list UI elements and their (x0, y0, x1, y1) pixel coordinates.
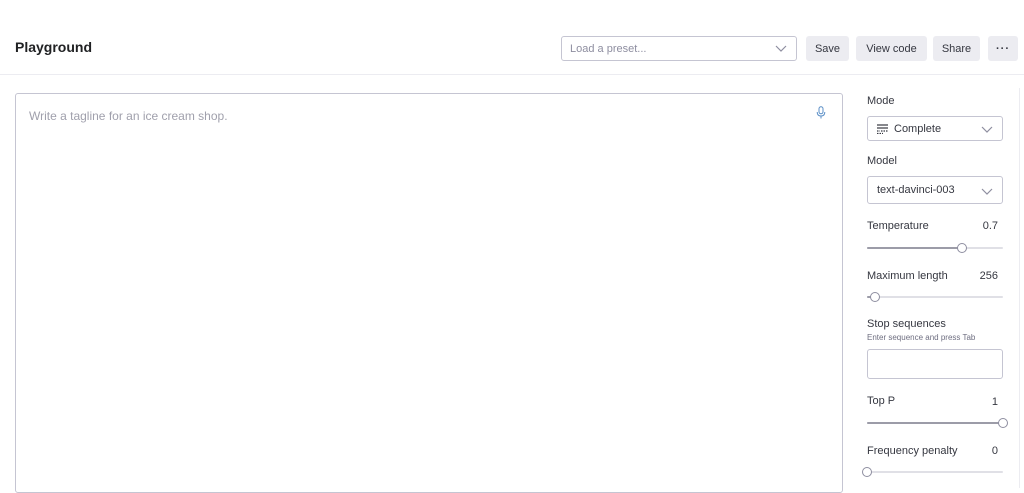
slider-thumb[interactable] (957, 243, 968, 253)
chevron-down-icon (775, 42, 787, 57)
share-button[interactable]: Share (933, 36, 980, 61)
temperature-value: 0.7 (982, 220, 998, 232)
top-p-label: Top P (867, 395, 896, 407)
frequency-penalty-label: Frequency penalty (867, 445, 958, 457)
stop-sequences-hint: Enter sequence and press Tab (867, 333, 976, 342)
slider-fill (867, 247, 963, 249)
preset-placeholder: Load a preset... (570, 42, 647, 55)
more-options-button[interactable]: ··· (988, 36, 1018, 61)
slider-thumb[interactable] (862, 467, 872, 477)
frequency-penalty-value: 0 (991, 445, 998, 457)
page-title: Playground (15, 39, 93, 55)
model-value: text-davinci-003 (877, 184, 955, 196)
slider-thumb[interactable] (870, 292, 881, 302)
prompt-editor[interactable]: Write a tagline for an ice cream shop. (15, 93, 843, 493)
model-label: Model (867, 155, 897, 167)
temperature-label: Temperature (867, 220, 929, 232)
view-code-button[interactable]: View code (856, 36, 927, 61)
slider-track (867, 471, 1003, 473)
save-button[interactable]: Save (806, 36, 849, 61)
frequency-penalty-slider[interactable] (862, 466, 1003, 478)
microphone-icon[interactable] (816, 106, 826, 124)
top-p-slider[interactable] (867, 417, 1008, 429)
max-length-label: Maximum length (867, 270, 948, 282)
preset-select[interactable]: Load a preset... (561, 36, 797, 61)
slider-fill (867, 422, 1003, 424)
stop-sequences-label: Stop sequences (867, 318, 946, 330)
slider-thumb[interactable] (998, 418, 1008, 428)
mode-select[interactable]: Complete (867, 116, 1003, 141)
chevron-down-icon (981, 185, 993, 200)
max-length-value: 256 (979, 270, 998, 282)
model-select[interactable]: text-davinci-003 (867, 176, 1003, 204)
mode-label: Mode (867, 95, 895, 107)
slider-track (867, 296, 1003, 298)
mode-value: Complete (894, 122, 942, 135)
chevron-down-icon (981, 123, 993, 138)
stop-sequences-input[interactable] (867, 349, 1003, 379)
editor-placeholder: Write a tagline for an ice cream shop. (29, 109, 228, 123)
complete-mode-icon (877, 123, 888, 134)
sidebar-scrollbar[interactable] (1019, 88, 1024, 488)
max-length-slider[interactable] (867, 291, 1003, 303)
top-p-value: 1 (991, 396, 998, 408)
temperature-slider[interactable] (867, 242, 1003, 254)
header: Playground Load a preset... Save View co… (0, 0, 1024, 75)
